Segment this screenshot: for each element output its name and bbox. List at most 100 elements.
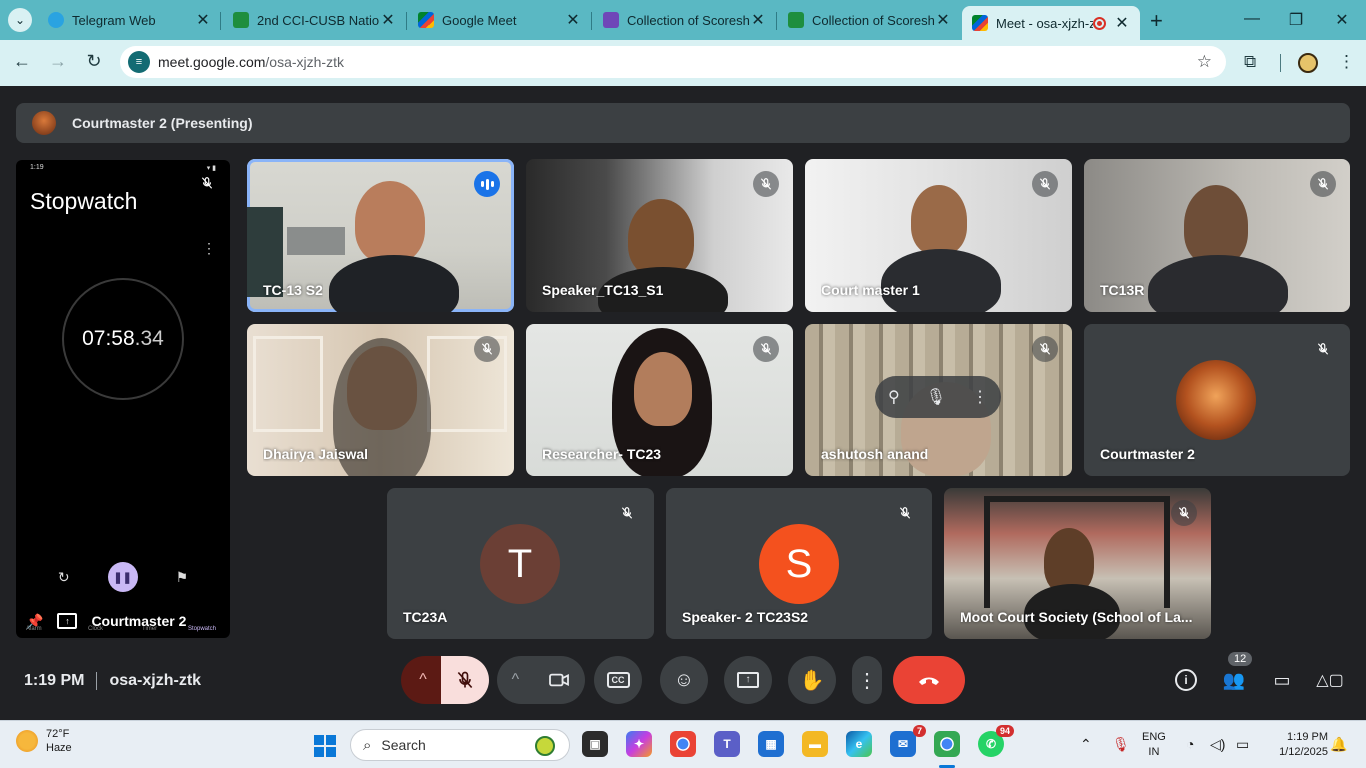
more-vert-icon[interactable]: ⋮ — [972, 387, 988, 407]
stopwatch-title: Stopwatch — [30, 188, 138, 214]
mic-off-icon — [892, 500, 918, 526]
tab-telegram[interactable]: Telegram Web ✕ — [38, 4, 221, 36]
taskbar-clock[interactable]: 1:19 PM 1/12/2025 — [1264, 730, 1328, 760]
file-explorer-icon[interactable]: ▬ — [802, 731, 828, 757]
close-icon[interactable]: ✕ — [195, 10, 211, 30]
stopwatch-controls: ↻ ❚❚ ⚑ — [16, 562, 230, 592]
search-icon: ⌕ — [363, 736, 372, 754]
close-icon[interactable]: ✕ — [565, 10, 581, 30]
avatar: T — [480, 524, 560, 604]
search-placeholder: Search — [381, 737, 426, 753]
search-highlight-icon — [535, 736, 555, 756]
participant-tile[interactable]: S Speaker- 2 TC23S2 — [666, 488, 932, 639]
wifi-icon[interactable]: ◔ — [1186, 736, 1194, 752]
participant-tile[interactable]: ⚲ 🎙 ⋮ ashutosh anand — [805, 324, 1072, 476]
copilot-icon[interactable]: ✦ — [626, 731, 652, 757]
minimize-button[interactable]: — — [1232, 10, 1272, 28]
browser-menu-icon[interactable]: ⋮ — [1338, 52, 1355, 72]
tab-scoresheet-nation[interactable]: 2nd CCI-CUSB Nation ✕ — [223, 4, 406, 36]
tab-sheets-scoresheet[interactable]: Collection of Scoresh ✕ — [778, 4, 961, 36]
restore-button[interactable]: ❐ — [1276, 10, 1316, 30]
leave-call-button[interactable] — [893, 656, 965, 704]
presenting-banner: Courtmaster 2 (Presenting) — [16, 103, 1350, 143]
presenter-name-overlay: Courtmaster 2 — [91, 613, 187, 629]
shared-screen-tile[interactable]: 1:19 ▾ ▮ Stopwatch ⋮ 07:58.34 ↻ ❚❚ ⚑ Ala… — [16, 160, 230, 638]
raise-hand-button[interactable]: ✋ — [788, 656, 836, 704]
activities-button[interactable]: △▢ — [1316, 666, 1344, 694]
close-icon[interactable]: ✕ — [380, 10, 396, 30]
profile-avatar[interactable] — [1298, 53, 1318, 73]
participant-tile[interactable]: TC13R — [1084, 159, 1350, 312]
chrome-icon[interactable] — [670, 731, 696, 757]
close-icon[interactable]: ✕ — [750, 10, 766, 30]
mic-off-icon — [753, 336, 779, 362]
bookmark-star-icon[interactable]: ☆ — [1197, 52, 1212, 72]
pin-icon[interactable]: ⚲ — [888, 387, 900, 407]
participant-tile[interactable]: Moot Court Society (School of La... — [944, 488, 1211, 639]
window-close-button[interactable]: ✕ — [1322, 10, 1362, 30]
weather-desc: Haze — [46, 742, 72, 754]
windows-start-icon[interactable] — [314, 735, 336, 757]
audio-options-button[interactable]: ^ — [401, 656, 445, 704]
site-info-icon[interactable]: ≡ — [128, 51, 150, 73]
close-icon[interactable]: ✕ — [935, 10, 951, 30]
battery-icon[interactable]: ▭ — [1236, 736, 1249, 753]
mic-icon[interactable]: 🎙 — [926, 387, 946, 407]
chrome-active-icon[interactable] — [934, 731, 960, 757]
language-indicator[interactable]: ENG IN — [1142, 730, 1166, 760]
participant-tile[interactable]: T TC23A — [387, 488, 654, 639]
store-icon[interactable]: ▦ — [758, 731, 784, 757]
reload-button[interactable]: ↻ — [82, 51, 106, 72]
mic-off-icon — [457, 671, 473, 689]
lang-top: ENG — [1142, 731, 1166, 743]
people-button[interactable]: 12 👥 — [1220, 652, 1253, 694]
task-view-icon[interactable]: ▣ — [582, 731, 608, 757]
captions-button[interactable]: CC — [594, 656, 642, 704]
microphone-in-use-icon[interactable]: 🎙 — [1112, 736, 1130, 753]
meeting-info: 1:19 PM osa-xjzh-ztk — [24, 672, 201, 690]
edge-icon[interactable]: e — [846, 731, 872, 757]
taskbar-search[interactable]: ⌕ Search — [350, 729, 570, 761]
pin-icon[interactable]: 📌 — [26, 613, 43, 630]
camera-toggle-button[interactable]: ^ — [497, 656, 585, 704]
whatsapp-icon[interactable]: ✆ 94 — [978, 725, 1014, 757]
sheets-icon — [788, 12, 804, 28]
participant-tile[interactable]: TC-13 S2 — [247, 159, 514, 312]
chevron-up-icon[interactable]: ^ — [512, 671, 520, 689]
participant-tile[interactable]: Courtmaster 2 — [1084, 324, 1350, 476]
new-tab-button[interactable]: + — [1150, 8, 1163, 34]
back-button[interactable]: ← — [10, 51, 34, 72]
mic-off-icon — [753, 171, 779, 197]
volume-icon[interactable]: ◁) — [1210, 736, 1225, 753]
reset-icon: ↻ — [57, 568, 70, 585]
mic-toggle-button[interactable] — [441, 656, 489, 704]
whatsapp-badge: 94 — [995, 725, 1014, 737]
present-icon[interactable]: ↑ — [57, 613, 78, 629]
tab-search-button[interactable]: ⌄ — [8, 8, 32, 32]
close-icon[interactable]: ✕ — [1114, 13, 1130, 33]
present-screen-button[interactable]: ↑ — [724, 656, 772, 704]
meet-icon — [418, 12, 434, 28]
participant-tile[interactable]: Speaker_TC13_S1 — [526, 159, 793, 312]
reactions-button[interactable]: ☺ — [660, 656, 708, 704]
meeting-details-button[interactable]: i — [1172, 666, 1200, 694]
chat-button[interactable]: ▭ — [1268, 666, 1296, 694]
more-options-button[interactable]: ⋮ — [852, 656, 882, 704]
participant-tile[interactable]: Researcher- TC23 — [526, 324, 793, 476]
forward-button[interactable]: → — [46, 51, 70, 72]
tab-forms-scoresheet[interactable]: Collection of Scoresh ✕ — [593, 4, 776, 36]
participant-tile[interactable]: Court master 1 — [805, 159, 1072, 312]
weather-widget[interactable]: 72°F Haze — [16, 727, 72, 755]
mail-icon[interactable]: ✉ 7 — [890, 725, 926, 757]
tab-meet-active[interactable]: Meet - osa-xjzh-z ✕ — [962, 6, 1140, 40]
teams-icon[interactable]: T — [714, 731, 740, 757]
chevron-up-icon[interactable]: ⌃ — [1080, 736, 1092, 753]
extensions-icon[interactable]: ⧉ — [1244, 52, 1256, 72]
tab-title: Meet - osa-xjzh-z — [996, 15, 1093, 31]
more-vert-icon: ⋮ — [202, 240, 216, 256]
weather-haze-icon — [16, 730, 38, 752]
address-bar[interactable]: ≡ meet.google.com/osa-xjzh-ztk ☆ — [120, 46, 1226, 78]
notification-bell-icon[interactable]: 🔔 — [1330, 736, 1347, 753]
tab-google-meet[interactable]: Google Meet ✕ — [408, 4, 591, 36]
participant-tile[interactable]: Dhairya Jaiswal — [247, 324, 514, 476]
